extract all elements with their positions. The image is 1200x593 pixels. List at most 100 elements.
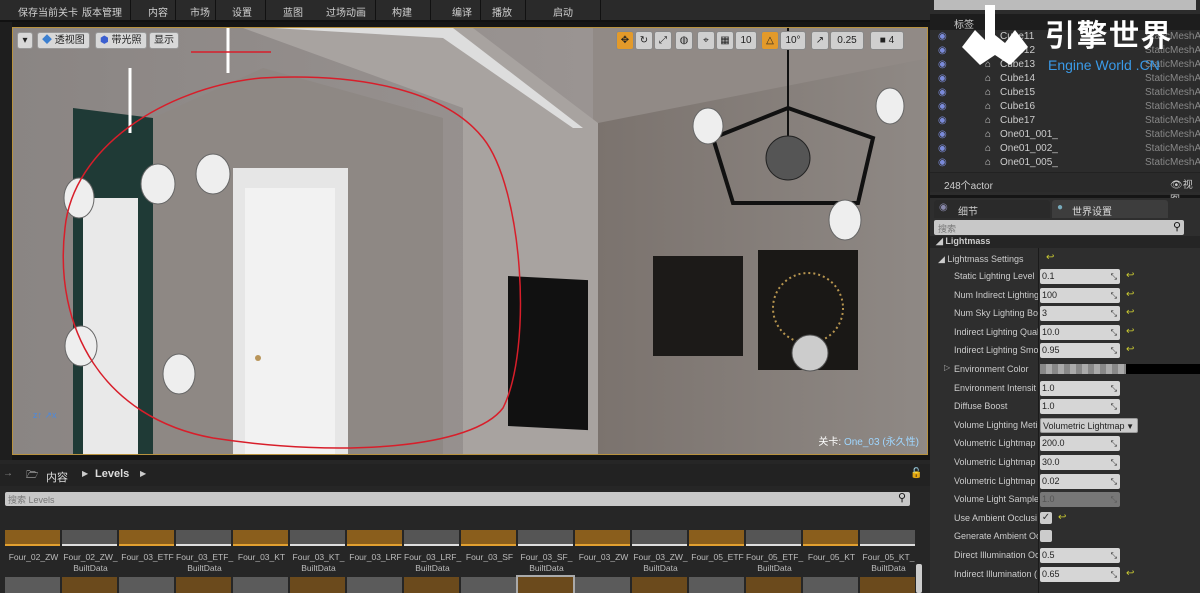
scrollbar[interactable] <box>916 564 922 593</box>
lit-button[interactable]: ⬢ 带光照 <box>95 32 147 49</box>
property-value-input[interactable]: 1.0 ⤡ <box>1040 492 1120 508</box>
translate-tool-icon[interactable]: ✥ <box>616 31 634 50</box>
reset-to-default-icon[interactable]: ↩ <box>1126 568 1134 579</box>
grid-snap-value[interactable]: 10 <box>735 31 757 50</box>
drag-arrows-icon[interactable]: ⤡ <box>1111 436 1117 451</box>
asset-tile[interactable]: Four_03_KT_ BuiltData <box>290 460 345 593</box>
expand-arrow-icon[interactable]: ▷ <box>944 363 950 372</box>
camera-speed-button[interactable]: ■ 4 <box>870 31 904 50</box>
lightmass-section[interactable]: ◢ Lightmass <box>930 236 1200 248</box>
outliner-row[interactable]: ◉ ⌂ One01_005_ StaticMeshActor <box>930 156 1200 170</box>
drag-arrows-icon[interactable]: ⤡ <box>1111 306 1117 321</box>
lightmass-settings-group[interactable]: ◢ Lightmass Settings ↩ <box>930 250 1200 268</box>
show-button[interactable]: 显示 <box>149 32 179 49</box>
visibility-eye-icon[interactable]: ◉ <box>938 100 947 114</box>
toolbar-button[interactable]: 保存当前关卡 <box>18 4 78 19</box>
property-checkbox[interactable] <box>1040 530 1052 543</box>
scale-tool-icon[interactable]: ⤢ <box>654 31 672 50</box>
scale-snap-value[interactable]: 0.25 <box>830 31 864 50</box>
rotation-snap-icon[interactable]: △ <box>761 31 779 50</box>
asset-tile[interactable]: Four_03_LRF_ BuiltData <box>404 460 461 593</box>
search-icon[interactable]: ⚲ <box>1173 220 1181 233</box>
reset-to-default-icon[interactable]: ↩ <box>1126 289 1134 300</box>
toolbar-button[interactable]: 市场 <box>190 4 210 19</box>
visibility-eye-icon[interactable]: ◉ <box>938 114 947 128</box>
asset-tile[interactable]: Four_05_KT_ BuiltData <box>860 460 915 593</box>
toolbar-button[interactable]: 设置 <box>232 4 252 19</box>
visibility-eye-icon[interactable]: ◉ <box>938 156 947 170</box>
outliner-row[interactable]: ◉ ⌂ Cube16 StaticMeshActor <box>930 100 1200 114</box>
toolbar-button[interactable]: 过场动画 <box>326 4 366 19</box>
asset-tile[interactable]: Four_05_ETF_ BuiltData <box>746 460 803 593</box>
details-search-input[interactable]: 搜索 ⚲ <box>934 220 1184 235</box>
toolbar-button[interactable]: 启动 <box>553 4 573 19</box>
drag-arrows-icon[interactable]: ⤡ <box>1111 325 1117 340</box>
visibility-eye-icon[interactable]: ◉ <box>938 142 947 156</box>
property-value-input[interactable]: 100 ⤡ <box>1040 287 1120 303</box>
reset-to-default-icon[interactable]: ↩ <box>1126 344 1134 355</box>
surface-snap-icon[interactable]: ⌖ <box>697 31 715 50</box>
property-value-input[interactable]: 0.65 ⤡ <box>1040 566 1120 582</box>
grid-snap-icon[interactable]: ▦ <box>716 31 734 50</box>
outliner-row[interactable]: ◉ ⌂ One01_002_ StaticMeshActor <box>930 142 1200 156</box>
drag-arrows-icon[interactable]: ⤡ <box>1111 399 1117 414</box>
toolbar-button[interactable]: 版本管理 <box>82 4 122 19</box>
outliner-row[interactable]: ◉ ⌂ Cube17 StaticMeshActor <box>930 114 1200 128</box>
asset-tile[interactable]: Four_03_SF_ BuiltData <box>516 460 575 593</box>
toolbar-button[interactable]: 播放 <box>492 4 512 19</box>
drag-arrows-icon[interactable]: ⤡ <box>1111 343 1117 358</box>
asset-tile[interactable]: Four_03_ETF <box>119 460 174 593</box>
property-combo[interactable]: Volumetric Lightmap ▼ <box>1040 417 1138 433</box>
visibility-eye-icon[interactable]: ◉ <box>938 44 947 58</box>
property-checkbox[interactable]: ✓ <box>1040 511 1052 524</box>
rotate-tool-icon[interactable]: ↻ <box>635 31 653 50</box>
property-value-input[interactable]: 200.0 ⤡ <box>1040 436 1120 452</box>
toolbar-button[interactable]: 构建 <box>392 4 412 19</box>
world-space-icon[interactable]: ◍ <box>675 31 693 50</box>
reset-to-default-icon[interactable]: ↩ <box>1126 270 1134 281</box>
asset-tile[interactable]: Four_03_LRF <box>347 460 402 593</box>
scale-snap-icon[interactable]: ↗ <box>811 31 829 50</box>
visibility-eye-icon[interactable]: ◉ <box>938 30 947 44</box>
visibility-eye-icon[interactable]: ◉ <box>938 72 947 86</box>
asset-tile[interactable]: Four_02_ZW_ BuiltData <box>62 460 118 593</box>
asset-tile[interactable]: Four_03_ETF_ BuiltData <box>176 460 233 593</box>
asset-tile[interactable]: Four_05_ETF <box>689 460 744 593</box>
tab-world-settings[interactable]: ● 世界设置 <box>1052 200 1168 218</box>
property-value-input[interactable]: 0.1 ⤡ <box>1040 269 1120 284</box>
property-value-input[interactable]: 30.0 ⤡ <box>1040 455 1120 470</box>
toolbar-button[interactable]: 蓝图 <box>283 4 303 19</box>
visibility-eye-icon[interactable]: ◉ <box>938 86 947 100</box>
reset-to-default-icon[interactable]: ↩ <box>1126 326 1134 337</box>
color-swatch-value[interactable] <box>1126 364 1200 374</box>
asset-tile[interactable]: Four_02_ZW <box>5 460 60 593</box>
drag-arrows-icon[interactable]: ⤡ <box>1111 492 1117 507</box>
toolbar-button[interactable]: 内容 <box>148 4 168 19</box>
visibility-eye-icon[interactable]: ◉ <box>938 58 947 72</box>
drag-arrows-icon[interactable]: ⤡ <box>1111 474 1117 489</box>
property-value-input[interactable]: 1.0 ⤡ <box>1040 399 1120 415</box>
reset-to-default-icon[interactable]: ↩ <box>1058 512 1066 523</box>
asset-tile[interactable]: Four_03_ZW <box>575 460 630 593</box>
rotation-snap-value[interactable]: 10° <box>780 31 806 50</box>
drag-arrows-icon[interactable]: ⤡ <box>1111 381 1117 396</box>
drag-arrows-icon[interactable]: ⤡ <box>1111 288 1117 303</box>
perspective-button[interactable]: ◆ 透视图 <box>37 32 90 49</box>
tab-details[interactable]: ◉ 细节 <box>934 200 1050 218</box>
asset-tile[interactable]: Four_03_SF <box>461 460 516 593</box>
drag-arrows-icon[interactable]: ⤡ <box>1111 567 1117 582</box>
reset-icon[interactable]: ↩ <box>1046 252 1054 263</box>
visibility-eye-icon[interactable]: ◉ <box>938 128 947 142</box>
outliner-row[interactable]: ◉ ⌂ One01_001_ StaticMeshActor <box>930 128 1200 142</box>
toolbar-button[interactable]: 编译 <box>452 4 472 19</box>
asset-tile[interactable]: Four_03_ZW_ BuiltData <box>632 460 688 593</box>
property-value-input[interactable]: 1.0 ⤡ <box>1040 380 1120 396</box>
color-swatch[interactable] <box>1040 364 1126 374</box>
outliner-row[interactable]: ◉ ⌂ Cube15 StaticMeshActor <box>930 86 1200 100</box>
property-value-input[interactable]: 0.95 ⤡ <box>1040 343 1120 359</box>
drag-arrows-icon[interactable]: ⤡ <box>1111 269 1117 284</box>
property-value-input[interactable]: 10.0 ⤡ <box>1040 324 1120 340</box>
asset-tile[interactable]: Four_03_KT <box>233 460 288 593</box>
level-viewport[interactable]: ▾ ◆ 透视图 ⬢ 带光照 显示 ✥ ↻ ⤢ ◍ ⌖ ▦ 10 △ 10° ↗ … <box>12 27 928 455</box>
drag-arrows-icon[interactable]: ⤡ <box>1111 455 1117 470</box>
